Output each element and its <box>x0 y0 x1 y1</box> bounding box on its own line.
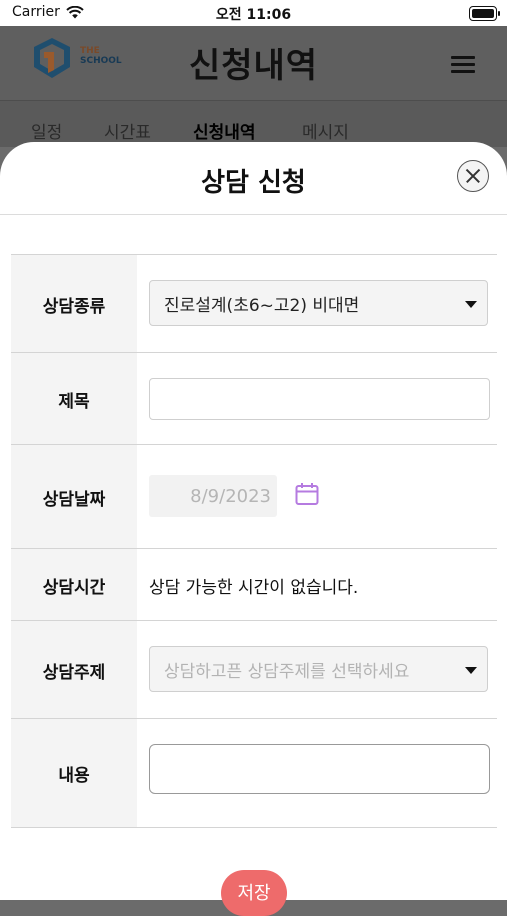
status-time: 오전 11:06 <box>215 7 292 23</box>
type-select-value: 진로설계(초6~고2) 비대면 <box>164 295 360 316</box>
time-unavailable-text: 상담 가능한 시간이 없습니다. <box>149 578 359 598</box>
status-bar: Carrier 오전 11:06 <box>0 0 507 26</box>
form-row-content: 내용 <box>11 718 497 828</box>
tab-schedule[interactable]: 일정 <box>31 118 62 143</box>
subject-label: 제목 <box>11 353 137 445</box>
calendar-icon[interactable] <box>295 482 319 506</box>
tab-timetable[interactable]: 시간표 <box>104 118 151 143</box>
page-title: 신청내역 <box>188 46 319 86</box>
date-field[interactable]: 8/9/2023 <box>149 475 277 517</box>
form-row-type: 상담종류 진로설계(초6~고2) 비대면 <box>11 254 497 353</box>
save-button[interactable]: 저장 <box>221 870 287 916</box>
topic-select-placeholder: 상담하고픈 상담주제를 선택하세요 <box>164 661 410 682</box>
dropdown-caret-icon <box>465 667 477 674</box>
time-label: 상담시간 <box>11 549 137 621</box>
battery-icon <box>469 6 500 21</box>
type-select[interactable]: 진로설계(초6~고2) 비대면 <box>149 280 488 326</box>
form-row-subject: 제목 <box>11 352 497 445</box>
consultation-request-modal: 상담 신청 상담종류 진로설계(초6~고2) 비대면 제목 상담날짜 8/9/2… <box>0 142 507 900</box>
topic-select[interactable]: 상담하고픈 상담주제를 선택하세요 <box>149 646 488 692</box>
type-label: 상담종류 <box>11 255 137 353</box>
content-input[interactable] <box>149 744 490 794</box>
date-label: 상담날짜 <box>11 445 137 549</box>
modal-title: 상담 신청 <box>201 168 306 198</box>
modal-divider <box>0 214 507 215</box>
close-icon[interactable] <box>457 160 489 192</box>
hamburger-menu-icon[interactable] <box>451 56 475 74</box>
tab-messages[interactable]: 메시지 <box>302 118 349 143</box>
dropdown-caret-icon <box>465 301 477 308</box>
form-row-topic: 상담주제 상담하고픈 상담주제를 선택하세요 <box>11 620 497 719</box>
topic-label: 상담주제 <box>11 621 137 719</box>
form-row-date: 상담날짜 8/9/2023 <box>11 444 497 549</box>
tab-applications[interactable]: 신청내역 <box>193 118 256 143</box>
subject-input[interactable] <box>149 378 490 420</box>
form-row-time: 상담시간 상담 가능한 시간이 없습니다. <box>11 548 497 621</box>
content-label: 내용 <box>11 719 137 827</box>
